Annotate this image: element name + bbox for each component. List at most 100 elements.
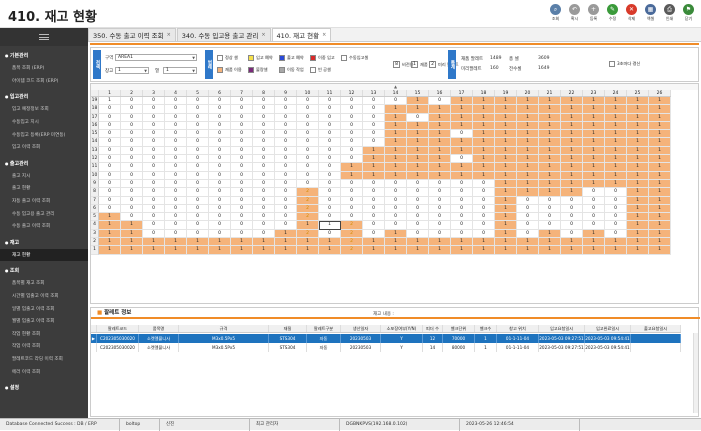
rack-cell[interactable]: 0 <box>143 196 165 205</box>
rack-cell[interactable]: 1 <box>363 238 385 247</box>
rack-cell[interactable]: 0 <box>253 229 275 239</box>
rack-cell[interactable]: 0 <box>319 196 341 205</box>
rack-cell[interactable]: 1 <box>649 221 671 230</box>
rack-cell[interactable]: 1 <box>495 179 517 189</box>
rack-cell[interactable]: 1 <box>627 246 649 255</box>
rack-cell[interactable]: 0 <box>165 155 187 164</box>
rack-cell[interactable]: 2 <box>297 213 319 222</box>
rack-cell[interactable]: 0 <box>253 146 275 156</box>
rack-cell[interactable]: 0 <box>605 204 627 214</box>
rack-cell[interactable]: 1 <box>451 121 473 131</box>
rack-cell[interactable]: 0 <box>209 221 231 230</box>
rack-cell[interactable]: 0 <box>165 204 187 214</box>
rack-cell[interactable]: 1 <box>517 146 539 156</box>
rack-cell[interactable]: 1 <box>561 121 583 131</box>
rack-cell[interactable]: 0 <box>385 213 407 222</box>
rack-cell[interactable]: 0 <box>253 188 275 197</box>
row-select[interactable]: 1 <box>163 67 197 74</box>
rack-cell[interactable]: 1 <box>429 146 451 156</box>
rack-cell[interactable]: 1 <box>583 179 605 189</box>
rack-cell[interactable]: 0 <box>429 204 451 214</box>
rack-cell[interactable]: 1 <box>539 113 561 122</box>
rack-cell[interactable]: 1 <box>561 97 583 106</box>
rack-cell[interactable]: 0 <box>253 171 275 180</box>
rack-cell[interactable]: 1 <box>297 221 319 230</box>
rack-cell[interactable]: 1 <box>385 155 407 164</box>
rack-cell[interactable]: 0 <box>231 196 253 205</box>
rack-cell[interactable]: 2 <box>341 229 363 239</box>
rack-cell[interactable]: 1 <box>649 238 671 247</box>
rack-cell[interactable]: 0 <box>165 188 187 197</box>
rack-cell[interactable]: 1 <box>539 246 561 255</box>
rack-cell[interactable]: 0 <box>143 138 165 147</box>
rack-cell[interactable]: 1 <box>495 105 517 114</box>
rack-cell[interactable]: 0 <box>187 138 209 147</box>
rack-cell[interactable]: 1 <box>583 155 605 164</box>
rack-cell[interactable]: 0 <box>143 130 165 139</box>
rack-cell[interactable]: 1 <box>649 105 671 114</box>
rack-cell[interactable]: 0 <box>341 138 363 147</box>
rack-cell[interactable]: 0 <box>143 121 165 131</box>
sidebar-item[interactable]: 수동 입고용 출고 관리 <box>0 207 88 220</box>
rack-cell[interactable]: 0 <box>253 196 275 205</box>
rack-cell[interactable]: 0 <box>143 179 165 189</box>
rack-cell[interactable]: 1 <box>429 163 451 172</box>
rack-cell[interactable]: 1 <box>517 130 539 139</box>
rack-cell[interactable]: 0 <box>165 105 187 114</box>
rack-cell[interactable]: 1 <box>627 130 649 139</box>
rack-cell[interactable]: 1 <box>451 171 473 180</box>
rack-cell[interactable]: 0 <box>187 179 209 189</box>
rack-cell[interactable]: 1 <box>583 130 605 139</box>
rack-cell[interactable]: 0 <box>319 163 341 172</box>
rack-cell[interactable]: 0 <box>253 105 275 114</box>
rack-cell[interactable]: 0 <box>561 213 583 222</box>
rack-cell[interactable]: 0 <box>209 97 231 106</box>
rack-cell[interactable]: 0 <box>363 121 385 131</box>
rack-cell[interactable]: 0 <box>319 121 341 131</box>
rack-cell[interactable]: 0 <box>121 146 143 156</box>
rack-cell[interactable]: 0 <box>231 229 253 239</box>
rack-cell[interactable]: 1 <box>583 138 605 147</box>
rack-cell[interactable]: 1 <box>649 163 671 172</box>
rack-cell[interactable]: 1 <box>429 105 451 114</box>
rack-cell[interactable]: 0 <box>319 105 341 114</box>
sidebar-section[interactable]: 기본관리 <box>0 46 88 62</box>
rack-cell[interactable]: 0 <box>253 155 275 164</box>
rack-cell[interactable]: 0 <box>187 229 209 239</box>
rack-cell[interactable]: 1 <box>385 146 407 156</box>
rack-cell[interactable]: 0 <box>451 130 473 139</box>
rack-cell[interactable]: 0 <box>187 146 209 156</box>
rack-cell[interactable]: 0 <box>209 204 231 214</box>
rack-cell[interactable]: 1 <box>539 155 561 164</box>
rack-cell[interactable]: 1 <box>407 130 429 139</box>
rack-cell[interactable]: 1 <box>473 238 495 247</box>
rack-cell[interactable]: 0 <box>231 97 253 106</box>
rack-cell[interactable]: 0 <box>209 196 231 205</box>
rack-cell[interactable]: 1 <box>605 130 627 139</box>
rack-cell[interactable]: 0 <box>451 204 473 214</box>
rack-cell[interactable]: 1 <box>627 213 649 222</box>
rack-cell[interactable]: 1 <box>495 188 517 197</box>
rack-cell[interactable]: 0 <box>231 138 253 147</box>
rack-cell[interactable]: 0 <box>121 188 143 197</box>
sidebar-item[interactable]: 품목별 재고 조회 <box>0 277 88 290</box>
rack-cell[interactable]: 1 <box>275 246 297 255</box>
rack-cell[interactable]: 0 <box>187 204 209 214</box>
toolbar-button-5[interactable]: ✕ 삭제 <box>623 2 640 26</box>
rack-cell[interactable]: 0 <box>143 163 165 172</box>
rack-cell[interactable]: 1 <box>561 188 583 197</box>
rack-cell[interactable]: 0 <box>209 188 231 197</box>
rack-cell[interactable]: 0 <box>99 113 121 122</box>
rack-cell[interactable]: 0 <box>429 188 451 197</box>
rack-cell[interactable]: 0 <box>319 171 341 180</box>
rack-cell[interactable]: 0 <box>341 130 363 139</box>
rack-cell[interactable]: 1 <box>275 238 297 247</box>
rack-cell[interactable]: 1 <box>363 146 385 156</box>
rack-cell[interactable]: 0 <box>275 146 297 156</box>
rack-cell[interactable]: 1 <box>517 246 539 255</box>
rack-cell[interactable]: 0 <box>165 196 187 205</box>
auto-refresh-checkbox[interactable]: 3초마다 갱신 <box>609 61 640 67</box>
rack-cell[interactable]: 1 <box>539 188 561 197</box>
rack-cell[interactable]: 1 <box>495 204 517 214</box>
rack-cell[interactable]: 1 <box>649 188 671 197</box>
